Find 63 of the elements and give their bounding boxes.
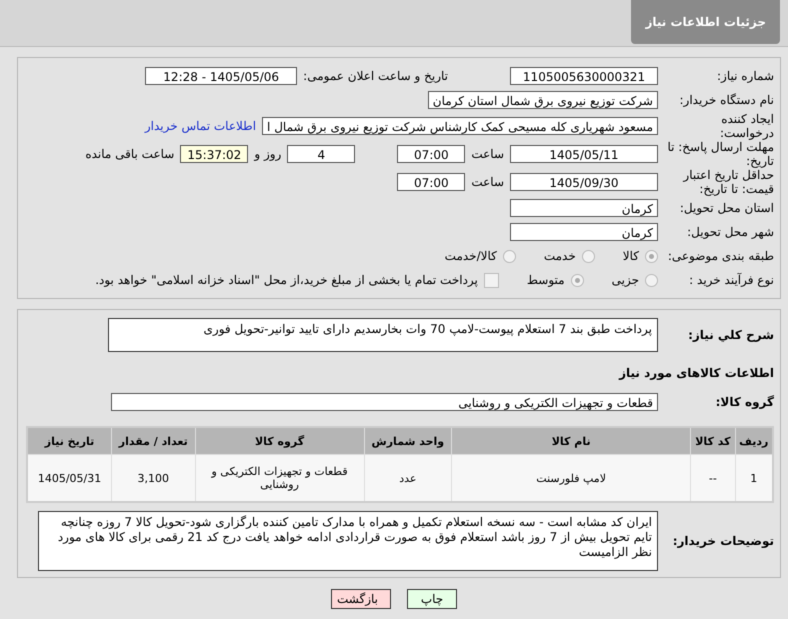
value-field[interactable]: 4 (287, 145, 356, 163)
field-label: ساعت باقی مانده (85, 147, 174, 161)
checkbox-label: پرداخت تمام یا بخشی از مبلغ خرید،از محل "اسناد خزانه اسلامی" خواهد بود. (95, 273, 478, 287)
field-label: تاریخ و ساعت اعلان عمومی: (303, 69, 448, 83)
value-field[interactable]: 1105005630000321 (510, 67, 658, 85)
radio-button[interactable] (645, 250, 658, 262)
description-field[interactable]: پرداخت طبق بند 7 استعلام پیوست-لامپ 70 وات بخارسدیم دارای تایید توانیر-تحویل فوری (108, 318, 658, 352)
radio-button[interactable] (645, 274, 658, 286)
field-label: ساعت (471, 175, 504, 189)
value-field[interactable]: 07:00 (397, 145, 466, 163)
radio-button[interactable] (582, 250, 595, 262)
section-heading: اطلاعات کالاهای مورد نیاز (618, 366, 774, 380)
table-cell: 3,100 (112, 454, 196, 502)
column-header: تاریخ نیاز (27, 427, 112, 454)
field-label: نوع فرآیند خرید : (688, 273, 774, 287)
field-label: ساعت (471, 147, 504, 161)
field-label: طبقه بندی موضوعی: (666, 249, 774, 263)
table-cell: -- (690, 454, 736, 502)
value-field[interactable]: 1405/09/30 (510, 173, 658, 191)
option-label: کالا (622, 249, 639, 263)
print-button[interactable]: چاپ (407, 589, 457, 609)
value-field[interactable]: 1405/05/06 - 12:28 (145, 67, 298, 85)
table-cell: عدد (364, 454, 452, 502)
page-title: جزئیات اطلاعات نیاز (631, 0, 780, 44)
value-field[interactable]: 15:37:02 (180, 145, 248, 163)
column-header: واحد شمارش (364, 427, 452, 454)
option-label: متوسط (526, 273, 565, 287)
field-label: توضیحات خریدار: (672, 534, 774, 548)
contact-link[interactable]: اطلاعات تماس خریدار (144, 119, 256, 133)
field-label: روز و (254, 147, 282, 161)
field-label: ایجاد کننده درخواست: (719, 112, 774, 140)
field-label: مهلت ارسال پاسخ: تا تاریخ: (666, 140, 774, 168)
option-label: جزیی (612, 273, 639, 287)
column-header: نام کالا (452, 427, 691, 454)
field-label: استان محل تحویل: (678, 201, 774, 215)
checkbox[interactable] (484, 272, 499, 288)
option-label: خدمت (544, 249, 576, 263)
notes-field[interactable]: ایران کد مشابه است - سه نسخه استعلام تکمیل و همراه با مدارک تامین کننده بارگزاری شود-تحویل کالا 7 روزه چنانچه تایم تحویل بیش از 7 روز باشد استعلام فوق به صورت قراردادی ادامه خواهد یافت درج کد 21 رقمی برای کالا های مورد نظر الزامیست (38, 511, 658, 571)
field-label: حداقل تاریخ اعتبار قیمت: تا تاریخ: (682, 168, 774, 196)
column-header: تعداد / مقدار (112, 427, 196, 454)
column-header: کد کالا (690, 427, 736, 454)
value-field[interactable]: شرکت توزیع نیروی برق شمال استان کرمان (428, 91, 658, 109)
field-label: شماره نیاز: (716, 69, 774, 83)
value-field[interactable]: مسعود شهریاری کله مسیحی کمک کارشناس شرکت توزیع نیروی برق شمال ا (262, 117, 658, 135)
radio-button[interactable] (570, 274, 584, 286)
table-cell: قطعات و تجهیزات الکتریکی و روشنایی (195, 454, 364, 502)
field-label: گروه کالا: (714, 395, 774, 409)
column-header: ردیف (735, 427, 773, 454)
field-label: شهر محل تحویل: (686, 225, 774, 239)
table-cell: لامپ فلورسنت (452, 454, 691, 502)
column-header: گروه کالا (195, 427, 364, 454)
value-field[interactable]: 07:00 (397, 173, 466, 191)
table-cell: 1405/05/31 (27, 454, 112, 502)
field-label: نام دستگاه خریدار: (678, 93, 774, 107)
value-field[interactable]: 1405/05/11 (510, 145, 658, 163)
option-label: کالا/خدمت (444, 249, 497, 263)
value-field[interactable]: کرمان (510, 223, 658, 241)
table-cell: 1 (735, 454, 773, 502)
back-button[interactable]: بازگشت (331, 589, 391, 609)
value-field[interactable]: قطعات و تجهیزات الکتریکی و روشنایی (111, 393, 658, 411)
radio-button[interactable] (502, 250, 516, 262)
value-field[interactable]: کرمان (510, 199, 658, 217)
field-label: شرح کلي نیاز: (687, 328, 774, 342)
